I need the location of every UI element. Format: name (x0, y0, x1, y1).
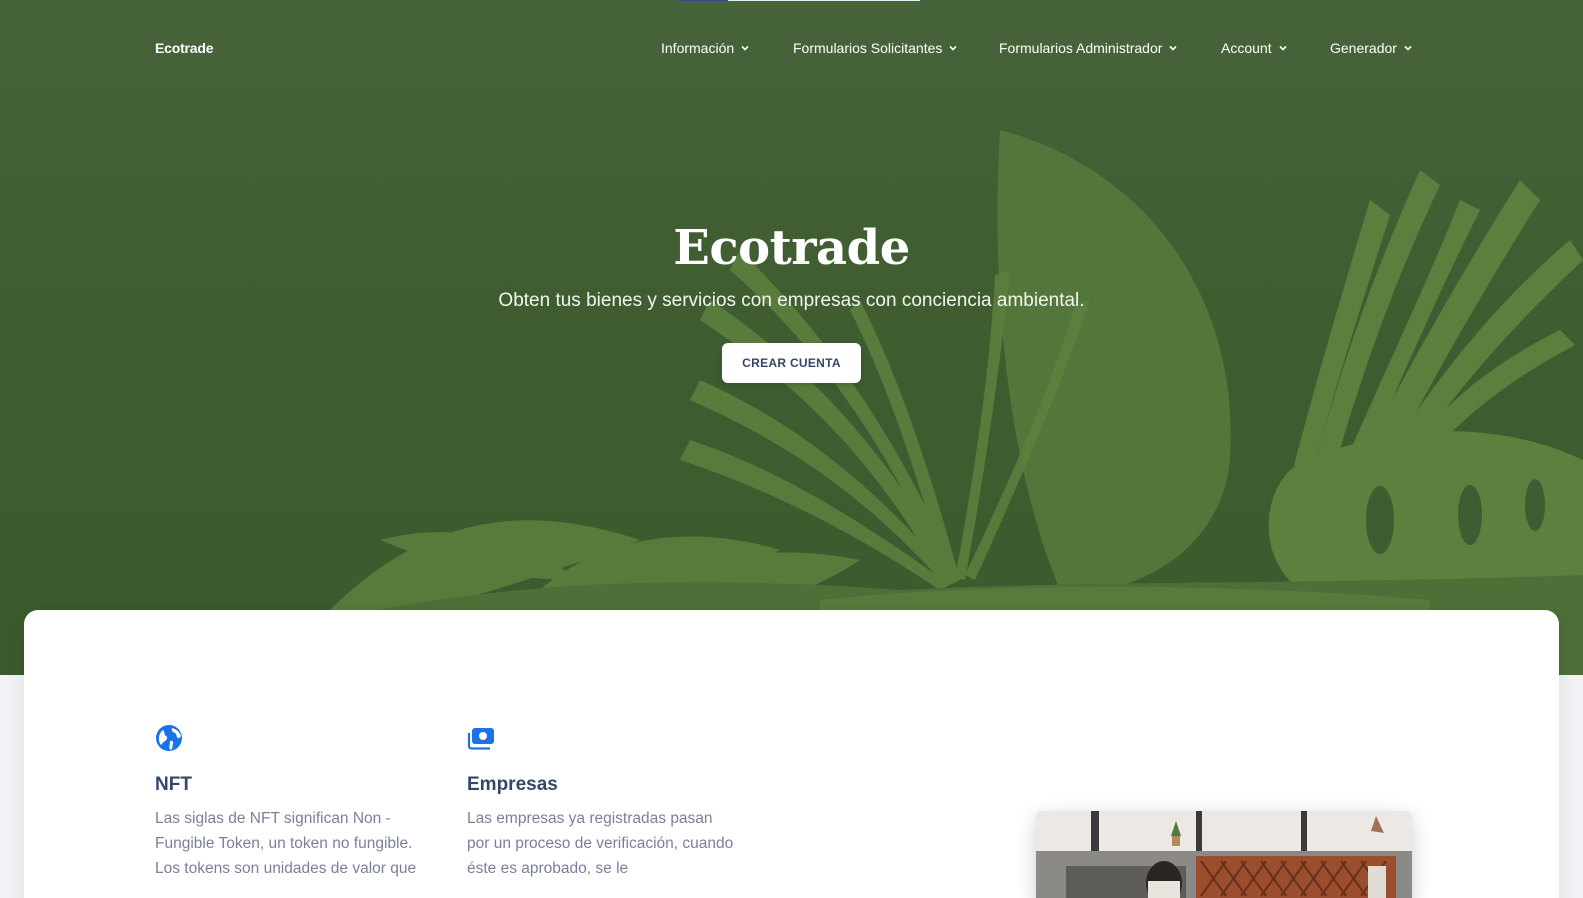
nav-item-label: Generador (1330, 40, 1397, 56)
feature-nft: NFT Las siglas de NFT significan Non - F… (155, 724, 425, 881)
create-account-button[interactable]: CREAR CUENTA (722, 343, 861, 383)
hero-subtitle: Obten tus bienes y servicios con empresa… (498, 290, 1085, 311)
office-photo-illustration (1036, 811, 1412, 898)
chevron-down-icon (741, 45, 749, 51)
office-photo (1036, 811, 1412, 898)
chevron-down-icon (949, 45, 957, 51)
nav-menu: Información Formularios Solicitantes For… (0, 36, 1583, 60)
nav-item-generador[interactable]: Generador (1330, 40, 1413, 56)
hero-section: Ecotrade Información Formularios Solicit… (0, 0, 1583, 675)
feature-empresas: Empresas Las empresas ya registradas pas… (467, 724, 737, 881)
feature-text: Las empresas ya registradas pasan por un… (467, 810, 734, 877)
hero-title: Ecotrade (673, 220, 910, 276)
chevron-down-icon (1169, 45, 1177, 51)
nav-item-informacion[interactable]: Información (661, 40, 750, 56)
money-icon (467, 728, 494, 750)
nav-item-formularios-administrador[interactable]: Formularios Administrador (999, 40, 1178, 56)
leaves-illustration (330, 130, 1583, 675)
nav-item-label: Formularios Solicitantes (793, 40, 943, 56)
nav-item-label: Formularios Administrador (999, 40, 1163, 56)
top-navbar: Ecotrade Información Formularios Solicit… (0, 36, 1583, 60)
chevron-down-icon (1279, 45, 1287, 51)
nav-item-formularios-solicitantes[interactable]: Formularios Solicitantes (793, 40, 958, 56)
feature-title: Empresas (467, 774, 558, 795)
nav-item-account[interactable]: Account (1221, 40, 1288, 56)
feature-title: NFT (155, 774, 192, 795)
nav-item-label: Información (661, 40, 735, 56)
feature-text: Las siglas de NFT significan Non - Fungi… (155, 810, 417, 877)
nav-item-label: Account (1221, 40, 1272, 56)
chevron-down-icon (1404, 45, 1412, 51)
globe-icon (156, 725, 182, 751)
